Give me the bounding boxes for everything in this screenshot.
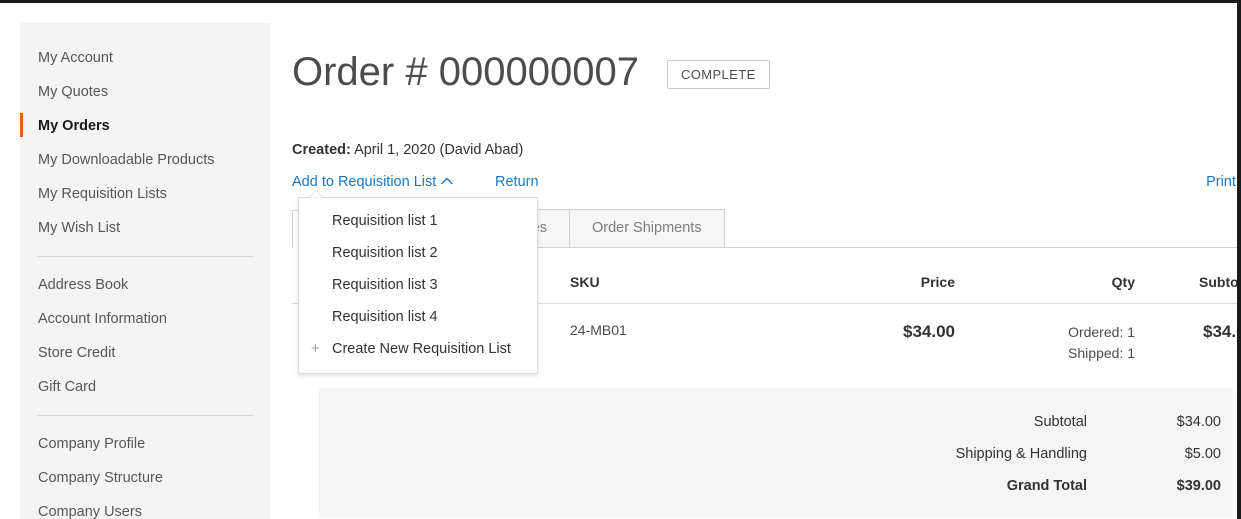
- print-order-link[interactable]: Print Order: [1206, 174, 1237, 190]
- sidebar-group-company: Company Profile Company Structure Compan…: [20, 427, 270, 519]
- add-to-requisition-list-label: Add to Requisition List: [292, 173, 437, 190]
- plus-icon: +: [311, 339, 320, 357]
- column-header-sku: SKU: [570, 247, 780, 304]
- order-created-line: Created: April 1, 2020 (David Abad): [292, 142, 1237, 158]
- dropdown-item-requisition-list-1[interactable]: Requisition list 1: [299, 205, 537, 237]
- cell-sku: 24-MB01: [570, 321, 627, 338]
- sidebar-item-my-downloadable-products[interactable]: My Downloadable Products: [20, 143, 270, 177]
- status-badge: COMPLETE: [666, 60, 770, 90]
- qty-ordered: Ordered: 1: [1068, 323, 1135, 340]
- sidebar-item-store-credit[interactable]: Store Credit: [20, 336, 270, 370]
- sidebar-item-company-structure[interactable]: Company Structure: [20, 461, 270, 495]
- order-totals-table: Subtotal $34.00 Shipping & Handling $5.0…: [319, 406, 1233, 502]
- totals-value-subtotal: $34.00: [1176, 413, 1221, 430]
- dropdown-item-requisition-list-2[interactable]: Requisition list 2: [299, 237, 537, 269]
- order-actions-row: Add to Requisition List Return Print Ord…: [292, 174, 1237, 374]
- page-title-row: Order # 000000007 COMPLETE: [292, 3, 1237, 123]
- dropdown-item-requisition-list-4[interactable]: Requisition list 4: [299, 301, 537, 333]
- sidebar-divider-2: [37, 415, 253, 416]
- sidebar-item-my-orders[interactable]: My Orders: [20, 109, 270, 143]
- sidebar-item-my-quotes[interactable]: My Quotes: [20, 75, 270, 109]
- chevron-up-icon: [441, 177, 453, 185]
- sidebar-item-my-wish-list[interactable]: My Wish List: [20, 211, 270, 245]
- page-title: Order # 000000007: [292, 49, 639, 94]
- totals-row-grand-total: Grand Total $39.00: [319, 470, 1233, 502]
- sidebar-divider-1: [37, 256, 253, 257]
- account-sidebar: My Account My Quotes My Orders My Downlo…: [20, 23, 270, 519]
- totals-row-subtotal: Subtotal $34.00: [319, 406, 1233, 438]
- cell-subtotal: $34.00: [1203, 321, 1237, 341]
- order-view-main: Order # 000000007 COMPLETE Created: Apri…: [292, 3, 1237, 519]
- dropdown-item-requisition-list-3[interactable]: Requisition list 3: [299, 269, 537, 301]
- totals-label-grand-total: Grand Total: [1006, 477, 1087, 494]
- cell-qty: Ordered: 1 Shipped: 1: [955, 303, 1135, 388]
- sidebar-item-company-profile[interactable]: Company Profile: [20, 427, 270, 461]
- sidebar-item-account-information[interactable]: Account Information: [20, 302, 270, 336]
- created-label: Created:: [292, 141, 351, 158]
- totals-value-grand-total: $39.00: [1176, 477, 1221, 494]
- requisition-list-dropdown-menu: Requisition list 1 Requisition list 2 Re…: [298, 196, 538, 374]
- sidebar-item-my-account[interactable]: My Account: [20, 41, 270, 75]
- page-root: My Account My Quotes My Orders My Downlo…: [0, 0, 1241, 519]
- totals-row-shipping: Shipping & Handling $5.00: [319, 438, 1233, 470]
- sidebar-item-company-users[interactable]: Company Users: [20, 495, 270, 519]
- return-link[interactable]: Return: [495, 174, 539, 190]
- cell-price: $34.00: [903, 321, 955, 341]
- sidebar-group-profile: Address Book Account Information Store C…: [20, 268, 270, 404]
- totals-label-shipping: Shipping & Handling: [955, 445, 1087, 462]
- totals-value-shipping: $5.00: [1184, 445, 1221, 462]
- create-new-requisition-list-label: Create New Requisition List: [332, 340, 511, 357]
- totals-label-subtotal: Subtotal: [1033, 413, 1087, 430]
- column-header-qty: Qty: [955, 247, 1135, 304]
- dropdown-item-create-new-requisition-list[interactable]: + Create New Requisition List: [299, 333, 537, 365]
- sidebar-group-account: My Account My Quotes My Orders My Downlo…: [20, 41, 270, 245]
- order-totals-panel: Subtotal $34.00 Shipping & Handling $5.0…: [319, 387, 1233, 518]
- tab-order-shipments[interactable]: Order Shipments: [568, 208, 725, 247]
- sidebar-item-my-requisition-lists[interactable]: My Requisition Lists: [20, 177, 270, 211]
- sidebar-item-gift-card[interactable]: Gift Card: [20, 370, 270, 404]
- add-to-requisition-list-button[interactable]: Add to Requisition List: [292, 174, 453, 190]
- column-header-price: Price: [780, 247, 955, 304]
- column-header-subtotal: Subtotal: [1135, 247, 1237, 304]
- created-value: April 1, 2020 (David Abad): [354, 141, 524, 158]
- sidebar-item-address-book[interactable]: Address Book: [20, 268, 270, 302]
- qty-shipped: Shipped: 1: [1068, 344, 1135, 361]
